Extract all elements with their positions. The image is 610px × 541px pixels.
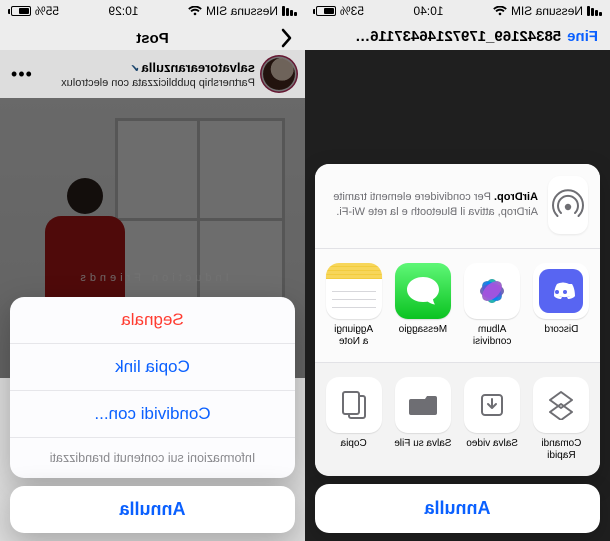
battery-pct: 55% [35, 4, 59, 18]
wifi-icon [188, 6, 202, 16]
action-row: Comandi Rapidi Salva video Salva su File [315, 363, 600, 476]
save-video-icon [464, 377, 520, 433]
battery-icon [313, 6, 336, 16]
airdrop-icon [548, 176, 588, 234]
menu-report[interactable]: Segnala [10, 297, 295, 343]
share-app-notes[interactable]: Aggiungi a Note [321, 263, 386, 348]
status-bar: Nessuna SIM 10:29 55% [0, 0, 305, 20]
done-button[interactable]: Fine [567, 28, 598, 45]
verified-icon: ✔ [130, 63, 139, 75]
avatar[interactable] [263, 58, 295, 90]
signal-icon [587, 6, 602, 16]
clock: 10:29 [108, 4, 138, 18]
clock: 10:40 [413, 4, 443, 18]
folder-icon [395, 377, 451, 433]
messages-icon [395, 263, 451, 319]
action-save-video[interactable]: Salva video [460, 377, 525, 462]
wifi-icon [493, 6, 507, 16]
menu-share-with[interactable]: Condividi con... [10, 390, 295, 437]
battery-pct: 53% [340, 4, 364, 18]
more-button[interactable]: ••• [10, 64, 32, 85]
cancel-button[interactable]: Annulla [315, 484, 600, 533]
share-app-discord[interactable]: Discord [529, 263, 594, 348]
signal-icon [282, 6, 297, 16]
menu-branded-info[interactable]: Informazioni sui contenuti brandizzati [10, 437, 295, 478]
discord-icon [533, 263, 589, 319]
page-title: 58342169_1797214643711­68... [347, 28, 567, 45]
share-app-messages[interactable]: Messaggio [390, 263, 455, 348]
page-title: Post [30, 30, 275, 47]
battery-icon [8, 6, 31, 16]
menu-copy-link[interactable]: Copia link [10, 343, 295, 390]
airdrop-text: AirDrop. Per condividere elementi tramit… [327, 190, 538, 220]
share-sheet: AirDrop. Per condividere elementi tramit… [315, 164, 600, 533]
status-bar: Nessuna SIM 10:40 53% [305, 0, 610, 20]
app-row: Discord [315, 249, 600, 362]
share-app-shared-albums[interactable]: Album condivisi [460, 263, 525, 348]
left-screen: Nessuna SIM 10:40 53% Fine 58342169_1797… [305, 0, 610, 541]
carrier-label: Nessuna SIM [511, 4, 583, 18]
carrier-label: Nessuna SIM [206, 4, 278, 18]
copy-icon [326, 377, 382, 433]
action-copy[interactable]: Copia [321, 377, 386, 462]
right-screen: Nessuna SIM 10:29 55% Post salvato [0, 0, 305, 541]
action-shortcuts[interactable]: Comandi Rapidi [529, 377, 594, 462]
post-subtitle: Partnership pubblicizzata con electrolux [61, 77, 255, 89]
airdrop-row[interactable]: AirDrop. Per condividere elementi tramit… [315, 164, 600, 248]
photos-icon [464, 263, 520, 319]
overlay-subtitle: Induction Friends [0, 272, 305, 284]
back-button[interactable] [275, 28, 293, 48]
username[interactable]: salvatorearanzulla [142, 60, 255, 75]
cancel-button[interactable]: Annulla [10, 486, 295, 533]
action-save-files[interactable]: Salva su File [390, 377, 455, 462]
notes-icon [326, 263, 382, 319]
shortcuts-icon [533, 377, 589, 433]
action-sheet: Segnala Copia link Condividi con... Info… [10, 297, 295, 533]
post-header: salvatorearanzulla✔ Partnership pubblici… [0, 50, 305, 98]
